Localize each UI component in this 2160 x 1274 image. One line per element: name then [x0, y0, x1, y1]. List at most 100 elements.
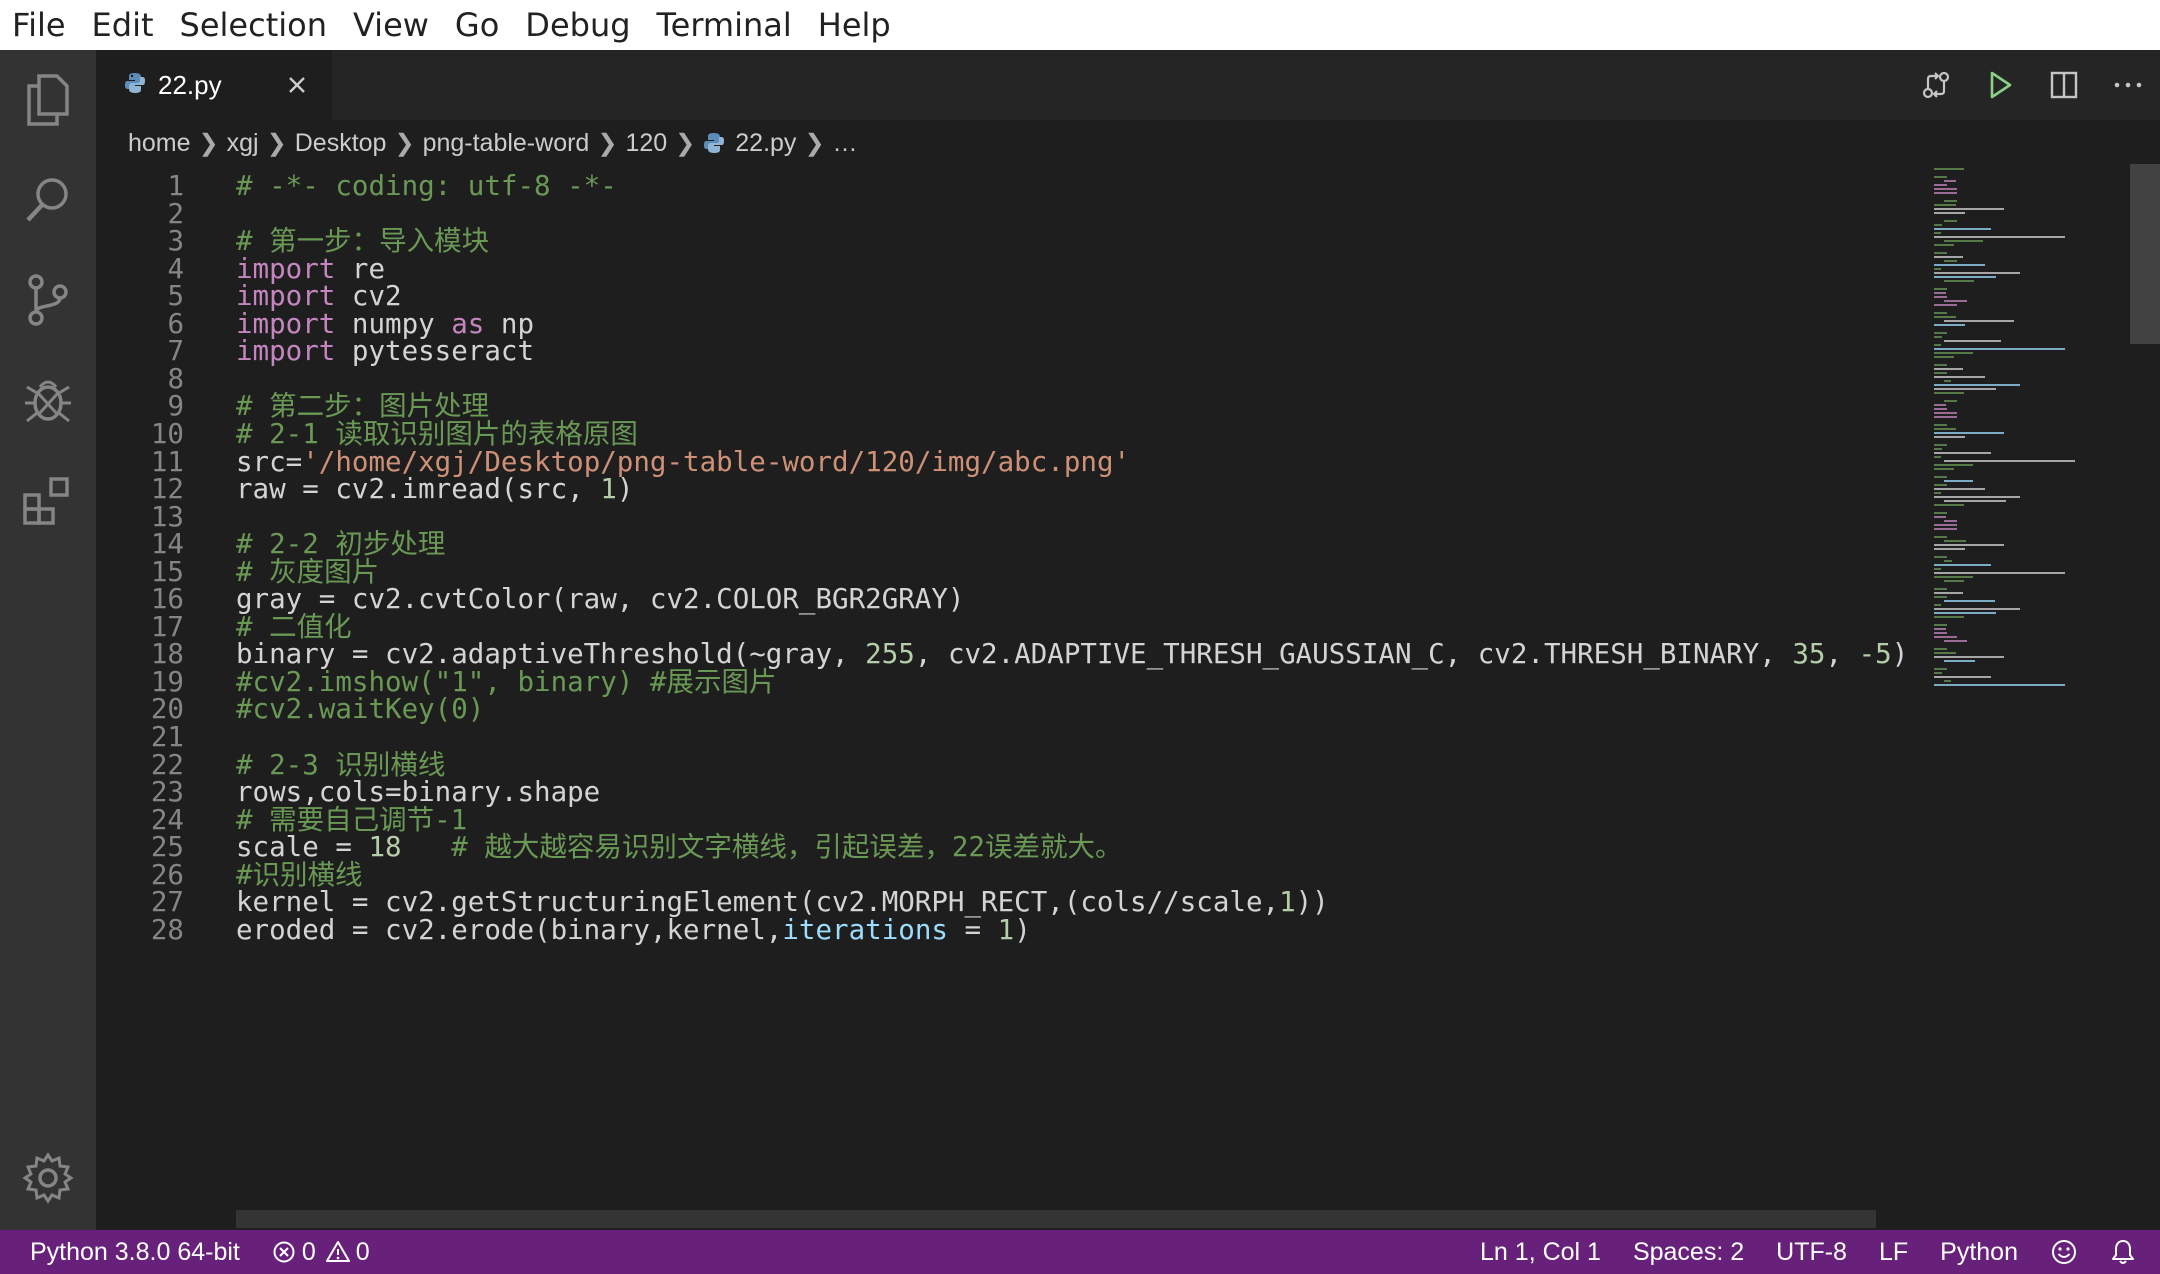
close-icon[interactable]	[280, 68, 314, 102]
minimap-line	[1944, 460, 2076, 462]
end-of-line[interactable]: LF	[1863, 1238, 1924, 1267]
tab-label: 22.py	[158, 69, 222, 100]
minimap-line	[1934, 332, 1947, 334]
settings-gear-icon[interactable]	[18, 1148, 78, 1208]
minimap-line	[1934, 212, 1966, 214]
minimap-line	[1944, 520, 1957, 522]
language-mode[interactable]: Python	[1924, 1238, 2034, 1267]
horizontal-scrollbar[interactable]	[236, 1210, 1876, 1228]
minimap-line	[1944, 320, 2015, 322]
minimap-line	[1934, 236, 2066, 238]
code-text: eroded = cv2.erode(binary,kernel,iterati…	[236, 911, 1031, 949]
code-line[interactable]: 28 eroded = cv2.erode(binary,kernel,itera…	[96, 911, 1930, 949]
tab-22-py[interactable]: 22.py	[96, 50, 332, 120]
menu-debug[interactable]: Debug	[512, 6, 643, 44]
minimap-line	[1934, 368, 1963, 370]
minimap-line	[1934, 616, 1964, 618]
python-file-icon	[703, 132, 725, 154]
minimap-line	[1934, 548, 1966, 550]
split-editor-icon[interactable]	[2032, 50, 2096, 120]
minimap-line	[1934, 336, 1942, 338]
breadcrumb-file[interactable]: 22.py	[735, 129, 796, 158]
status-bar: Python 3.8.0 64-bit 0 0 Ln 1, Col 1 Spac…	[0, 1230, 2160, 1274]
source-control-icon[interactable]	[18, 270, 78, 330]
notifications-bell-icon[interactable]	[2094, 1238, 2160, 1266]
minimap-line	[1934, 564, 1992, 566]
minimap-line	[1944, 300, 1968, 302]
minimap-line	[1934, 192, 1958, 194]
minimap-line	[1934, 624, 1947, 626]
breadcrumb-120[interactable]: 120	[625, 129, 667, 158]
minimap-line	[1944, 240, 1983, 242]
breadcrumb-png-table-word[interactable]: png-table-word	[423, 129, 590, 158]
breadcrumb-desktop[interactable]: Desktop	[295, 129, 387, 158]
debug-icon[interactable]	[18, 370, 78, 430]
cursor-position[interactable]: Ln 1, Col 1	[1464, 1238, 1617, 1267]
minimap-line	[1934, 188, 1958, 190]
chevron-right-icon: ❯	[198, 129, 219, 157]
minimap-line	[1934, 684, 2066, 686]
minimap-line	[1934, 392, 1964, 394]
minimap-line	[1934, 388, 1997, 390]
breadcrumb-xgj[interactable]: xgj	[227, 129, 259, 158]
minimap-line	[1934, 544, 2005, 546]
minimap-line	[1934, 492, 1941, 494]
indentation[interactable]: Spaces: 2	[1617, 1238, 1760, 1267]
python-interpreter[interactable]: Python 3.8.0 64-bit	[0, 1238, 256, 1267]
minimap-line	[1934, 232, 1941, 234]
breadcrumb: home ❯ xgj ❯ Desktop ❯ png-table-word ❯ …	[128, 122, 858, 164]
minimap-line	[1934, 184, 1947, 186]
minimap-line	[1934, 576, 1973, 578]
error-count: 0	[301, 1237, 316, 1266]
minimap-line	[1934, 484, 1947, 486]
breadcrumb-home[interactable]: home	[128, 129, 191, 158]
minimap-line	[1944, 260, 1957, 262]
menu-selection[interactable]: Selection	[167, 6, 340, 44]
minimap-line	[1934, 432, 2005, 434]
minimap-line	[1934, 656, 2005, 658]
vertical-scrollbar[interactable]	[2130, 164, 2160, 1230]
minimap-line	[1944, 500, 2007, 502]
minimap-line	[1934, 224, 1942, 226]
menu-bar: File Edit Selection View Go Debug Termin…	[0, 0, 2160, 50]
search-icon[interactable]	[18, 170, 78, 230]
open-changes-icon[interactable]	[1904, 50, 1968, 120]
extensions-icon[interactable]	[18, 470, 78, 530]
minimap-line	[1934, 288, 1947, 290]
problems-indicator[interactable]: 0 0	[256, 1238, 386, 1267]
more-actions-icon[interactable]	[2096, 50, 2160, 120]
minimap-line	[1934, 504, 1964, 506]
feedback-smiley-icon[interactable]	[2034, 1238, 2094, 1266]
menu-edit[interactable]: Edit	[79, 6, 167, 44]
menu-file[interactable]: File	[0, 6, 79, 44]
minimap-line	[1934, 444, 1947, 446]
line-number: 28	[150, 913, 184, 946]
run-icon[interactable]	[1968, 50, 2032, 120]
minimap-line	[1934, 352, 1973, 354]
minimap-line	[1934, 376, 1985, 378]
menu-view[interactable]: View	[340, 6, 442, 44]
minimap-line	[1944, 600, 1995, 602]
chevron-right-icon: ❯	[597, 129, 618, 157]
minimap-line	[1934, 612, 1997, 614]
minimap-line	[1934, 524, 1958, 526]
activity-bar	[0, 50, 96, 1230]
file-encoding[interactable]: UTF-8	[1760, 1238, 1863, 1267]
code-editor[interactable]: 1 # -*- coding: utf-8 -*- 2 3 # 第一步：导入模块 4 imp…	[96, 164, 1930, 1230]
explorer-icon[interactable]	[18, 70, 78, 130]
warning-icon	[325, 1240, 350, 1264]
breadcrumb-symbol[interactable]: …	[833, 129, 858, 158]
scrollbar-thumb[interactable]	[2130, 164, 2160, 344]
menu-terminal[interactable]: Terminal	[644, 6, 805, 44]
menu-help[interactable]: Help	[805, 6, 904, 44]
minimap-line	[1934, 272, 2020, 274]
minimap-line	[1944, 560, 1952, 562]
minimap-line	[1944, 380, 1951, 382]
code-token: )	[1014, 913, 1031, 946]
minimap-line	[1934, 512, 1947, 514]
menu-go[interactable]: Go	[442, 6, 512, 44]
minimap[interactable]	[1930, 164, 2130, 1230]
minimap-line	[1934, 244, 1954, 246]
minimap-line	[1934, 228, 1992, 230]
minimap-line	[1934, 496, 2020, 498]
